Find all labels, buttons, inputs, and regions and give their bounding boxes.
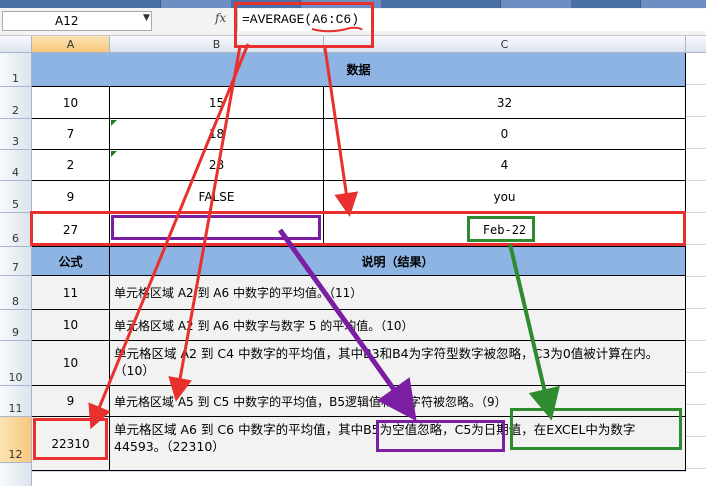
table-cell[interactable]: 27 [32,213,110,247]
table-cell[interactable]: Feb-22 [324,213,686,247]
name-box[interactable]: A12 [2,11,152,31]
column-header-b[interactable]: B [110,36,324,53]
error-indicator-icon[interactable] [111,120,117,126]
ribbon-strip [0,0,706,8]
empty-grid [32,471,686,486]
select-all-corner[interactable] [0,36,32,53]
column-header-c[interactable]: C [324,36,686,53]
fx-icon[interactable]: fx [215,11,226,25]
row-header[interactable]: 10 [0,341,32,386]
row-header[interactable]: 5 [0,181,32,213]
row-header[interactable]: 2 [0,87,32,119]
row-header[interactable]: 4 [0,150,32,181]
table-cell[interactable]: 4 [324,150,686,181]
formula-result-cell[interactable]: 10 [32,341,110,386]
row-header[interactable]: 9 [0,310,32,341]
description-cell[interactable]: 单元格区域 A6 到 C6 中数字的平均值，其中B5为空值忽略，C5为日期值，在… [110,417,686,471]
table-cell[interactable]: you [324,181,686,213]
description-cell[interactable]: 单元格区域 A2 到 A6 中数字与数字 5 的平均值。（10） [110,310,686,341]
table-cell[interactable]: 9 [32,181,110,213]
row-header[interactable]: 12 [0,417,32,463]
table-cell[interactable] [110,213,324,247]
empty-grid [686,53,706,486]
row-header[interactable]: 3 [0,119,32,150]
formula-result-cell-selected[interactable]: 22310 [32,417,110,471]
chevron-down-icon[interactable]: ▼ [143,13,150,23]
table-cell[interactable]: 32 [324,87,686,119]
row-header[interactable]: 7 [0,247,32,276]
description-cell[interactable]: 单元格区域 A2 到 A6 中数字的平均值。（11） [110,276,686,310]
table-cell[interactable]: 7 [32,119,110,150]
description-column-header[interactable]: 说明（结果） [110,247,686,276]
table-cell[interactable]: 2 [32,150,110,181]
table-cell[interactable]: 18 [110,119,324,150]
row-header [0,463,32,486]
column-header-a[interactable]: A [32,36,110,53]
row-header[interactable]: 8 [0,276,32,310]
table-cell[interactable]: 10 [32,87,110,119]
table-cell[interactable]: FALSE [110,181,324,213]
row-header[interactable]: 1 [0,53,32,87]
column-header-empty [686,36,706,53]
error-indicator-icon[interactable] [111,151,117,157]
row-header[interactable]: 6 [0,213,32,247]
table-cell[interactable]: 15 [110,87,324,119]
formula-result-cell[interactable]: 9 [32,386,110,417]
description-cell[interactable]: 单元格区域 A5 到 C5 中数字的平均值，B5逻辑值和C5字符被忽略。（9） [110,386,686,417]
formula-column-header[interactable]: 公式 [32,247,110,276]
table-cell[interactable]: 0 [324,119,686,150]
formula-input[interactable]: =AVERAGE(A6:C6) [237,9,706,31]
formula-result-cell[interactable]: 10 [32,310,110,341]
formula-result-cell[interactable]: 11 [32,276,110,310]
table-title[interactable]: 数据 [32,53,686,87]
row-header[interactable]: 11 [0,386,32,417]
table-cell[interactable]: 28 [110,150,324,181]
description-cell[interactable]: 单元格区域 A2 到 C4 中数字的平均值，其中B3和B4为字符型数字被忽略，C… [110,341,686,386]
